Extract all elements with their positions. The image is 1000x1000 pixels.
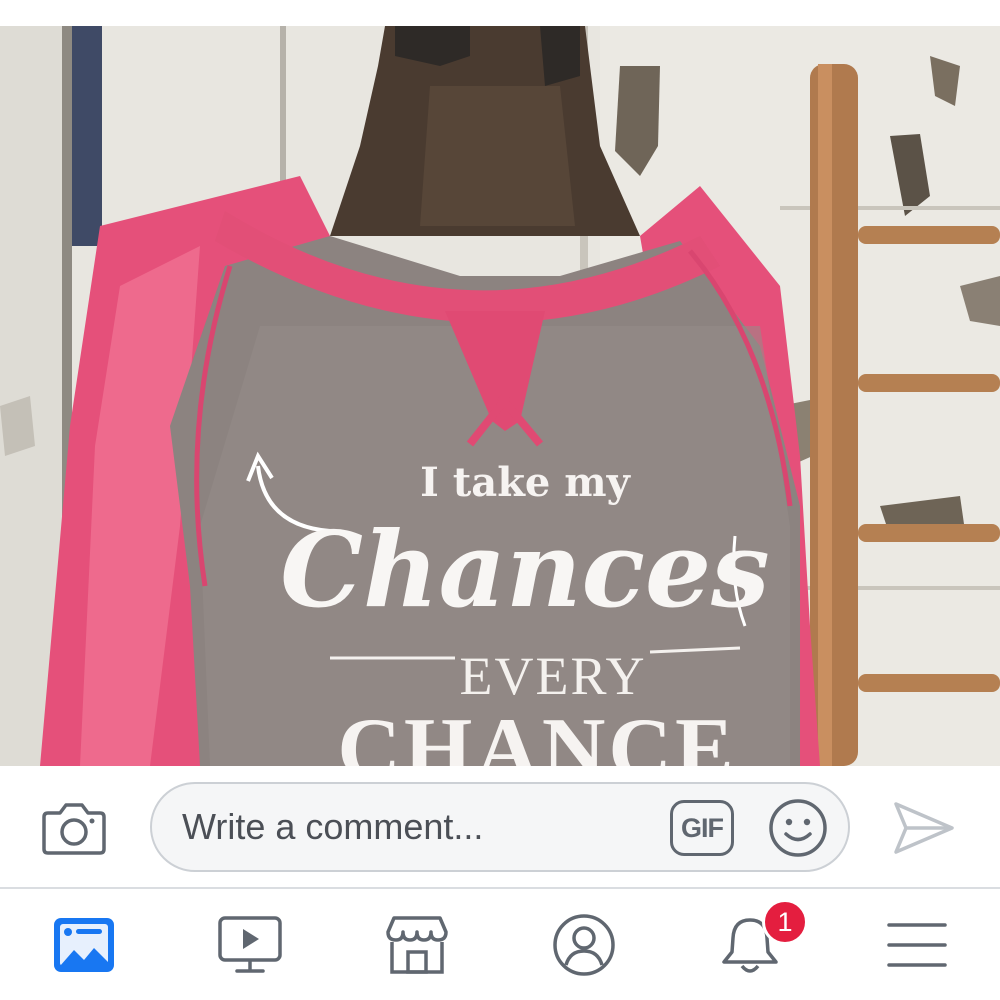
shirt-text-line2: Chances bbox=[280, 508, 769, 631]
tab-watch[interactable] bbox=[190, 889, 310, 1000]
tab-menu[interactable] bbox=[857, 889, 977, 1000]
bottom-tab-bar: 1 bbox=[0, 889, 1000, 1000]
tab-notifications[interactable]: 1 bbox=[690, 889, 810, 1000]
emoji-button[interactable] bbox=[766, 796, 830, 860]
gif-button[interactable]: GIF bbox=[670, 800, 734, 856]
comment-input[interactable] bbox=[182, 784, 662, 870]
tab-news-feed[interactable] bbox=[24, 889, 144, 1000]
camera-button[interactable] bbox=[38, 796, 110, 860]
marketplace-icon bbox=[386, 915, 448, 974]
shirt-text-line4: CHANCE bbox=[337, 701, 736, 766]
send-button[interactable] bbox=[884, 796, 964, 860]
shirt-text-line3: EVERY bbox=[459, 646, 646, 706]
post-photo[interactable]: I take my Chances EVERY CHANCE bbox=[0, 26, 1000, 766]
camera-icon bbox=[42, 803, 106, 855]
send-icon bbox=[894, 802, 954, 854]
profile-icon bbox=[553, 913, 615, 976]
news-feed-icon bbox=[54, 917, 114, 972]
shirt-text-line1: I take my bbox=[420, 459, 631, 506]
smiley-icon bbox=[769, 799, 827, 857]
video-icon bbox=[218, 915, 282, 973]
notification-badge: 1 bbox=[762, 899, 808, 945]
sweatshirt-photo: I take my Chances EVERY CHANCE bbox=[0, 26, 1000, 766]
tab-profile[interactable] bbox=[524, 889, 644, 1000]
menu-icon bbox=[887, 922, 947, 967]
comment-bar: GIF bbox=[0, 766, 1000, 888]
tab-marketplace[interactable] bbox=[357, 889, 477, 1000]
comment-field: GIF bbox=[150, 782, 850, 872]
